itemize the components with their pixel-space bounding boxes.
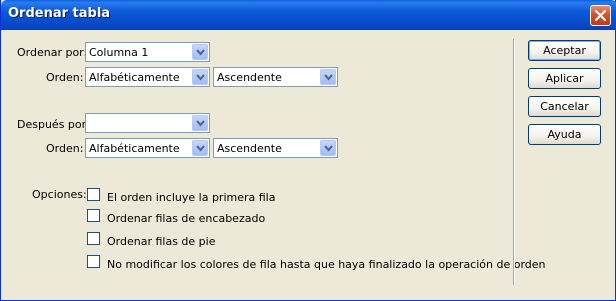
sort-by-column-select[interactable]: Columna 1 xyxy=(85,42,210,62)
then-by-order-label: Orden: xyxy=(46,142,84,155)
sort-by-column-value: Columna 1 xyxy=(89,46,149,59)
chevron-down-icon xyxy=(196,74,205,81)
chevron-down-icon xyxy=(196,120,205,127)
keep-row-colors-label: No modificar los colores de fila hasta q… xyxy=(107,258,546,271)
close-button[interactable] xyxy=(590,5,611,26)
dropdown-arrow-button[interactable] xyxy=(320,69,336,85)
then-by-direction-value: Ascendente xyxy=(217,142,282,155)
dropdown-arrow-button[interactable] xyxy=(192,140,208,156)
sort-by-label: Ordenar por: xyxy=(17,46,88,59)
then-by-label: Después por: xyxy=(17,118,90,131)
window-title: Ordenar tabla xyxy=(8,6,111,21)
dropdown-arrow-button[interactable] xyxy=(320,140,336,156)
sort-footer-rows-checkbox[interactable] xyxy=(87,232,100,245)
chevron-down-icon xyxy=(196,49,205,56)
sort-by-order-type-value: Alfabéticamente xyxy=(89,71,180,84)
sort-header-rows-label: Ordenar filas de encabezado xyxy=(107,212,266,225)
include-first-row-checkbox[interactable] xyxy=(87,188,100,201)
sort-by-direction-select[interactable]: Ascendente xyxy=(213,67,338,87)
sort-header-rows-checkbox[interactable] xyxy=(87,209,100,222)
close-icon xyxy=(595,10,606,21)
keep-row-colors-checkbox[interactable] xyxy=(87,255,100,268)
dropdown-arrow-button[interactable] xyxy=(192,44,208,60)
then-by-order-type-select[interactable]: Alfabéticamente xyxy=(85,138,210,158)
then-by-direction-select[interactable]: Ascendente xyxy=(213,138,338,158)
title-bar[interactable]: Ordenar tabla xyxy=(1,0,616,30)
cancel-button[interactable]: Cancelar xyxy=(528,96,601,117)
options-label: Opciones: xyxy=(32,188,87,201)
chevron-down-icon xyxy=(324,74,333,81)
chevron-down-icon xyxy=(196,145,205,152)
apply-button[interactable]: Aplicar xyxy=(528,68,601,89)
sort-by-order-type-select[interactable]: Alfabéticamente xyxy=(85,67,210,87)
sort-table-dialog: Ordenar tabla Ordenar por: Columna 1 Ord… xyxy=(0,0,616,301)
then-by-column-select[interactable] xyxy=(85,113,210,133)
help-button[interactable]: Ayuda xyxy=(528,124,601,145)
sort-footer-rows-label: Ordenar filas de pie xyxy=(107,235,216,248)
include-first-row-label: El orden incluye la primera fila xyxy=(107,191,276,204)
dropdown-arrow-button[interactable] xyxy=(192,69,208,85)
vertical-divider xyxy=(513,39,515,285)
sort-by-direction-value: Ascendente xyxy=(217,71,282,84)
then-by-order-type-value: Alfabéticamente xyxy=(89,142,180,155)
dropdown-arrow-button[interactable] xyxy=(192,115,208,131)
sort-by-order-label: Orden: xyxy=(46,71,84,84)
accept-button[interactable]: Aceptar xyxy=(528,40,601,61)
chevron-down-icon xyxy=(324,145,333,152)
